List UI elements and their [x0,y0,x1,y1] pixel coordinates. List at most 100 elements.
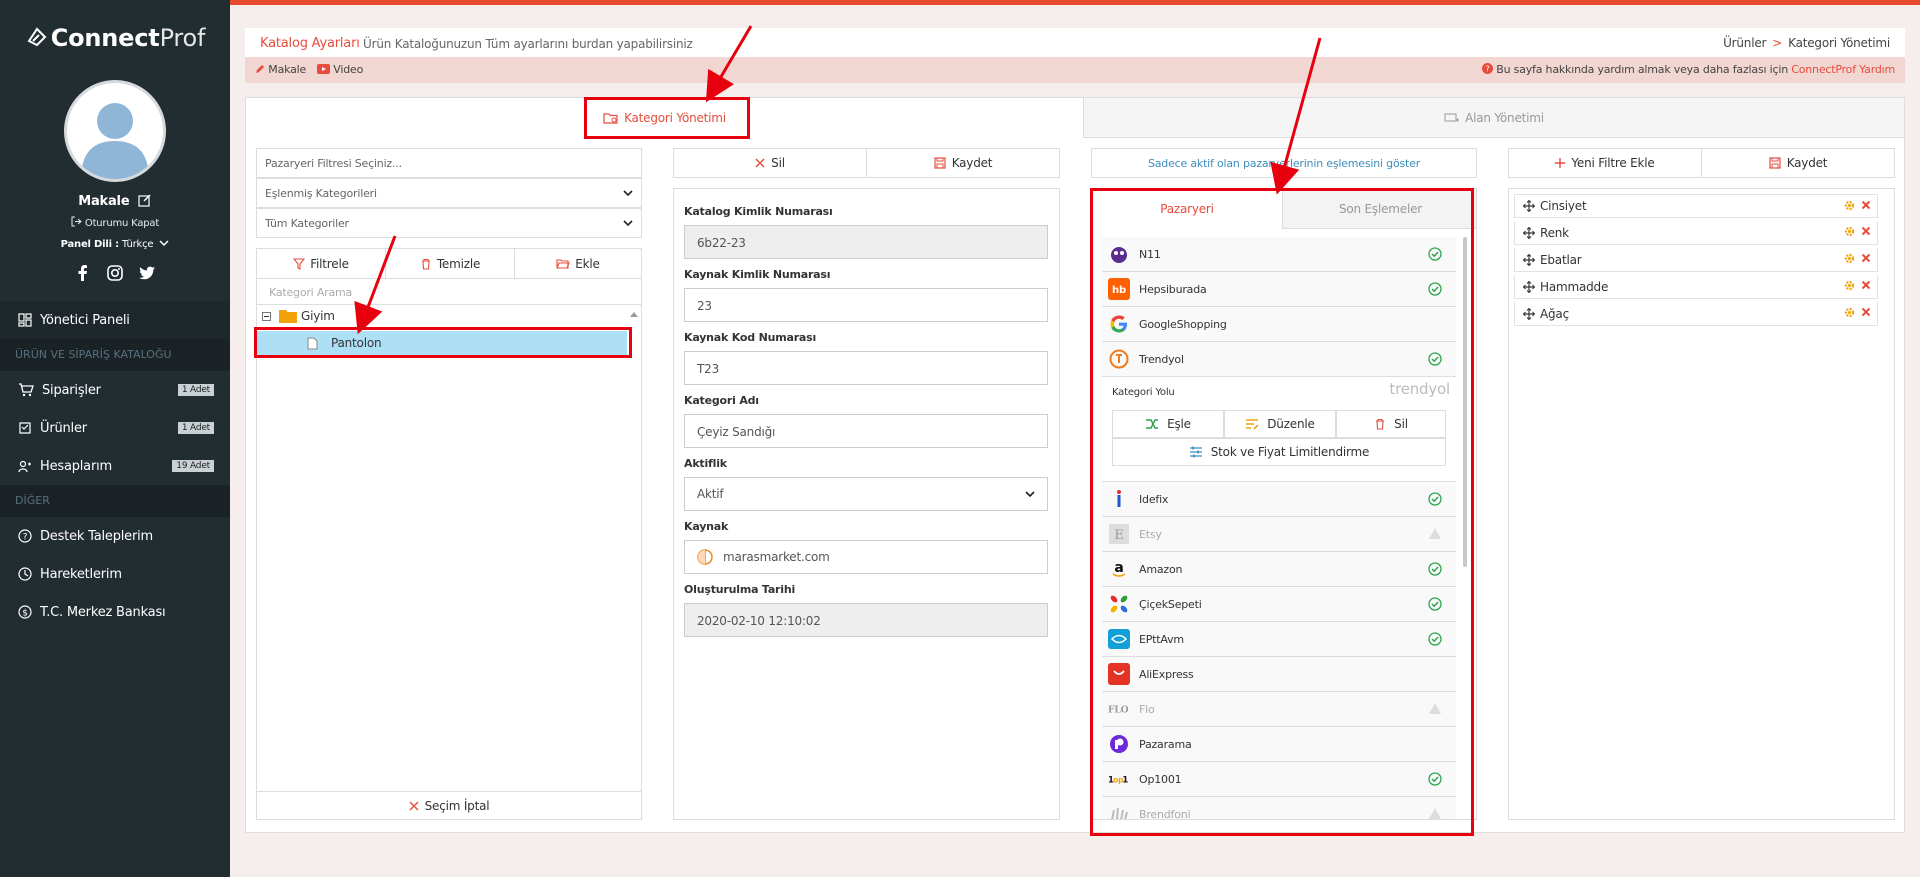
video-label: Video [333,63,364,76]
gear-icon[interactable] [1844,253,1855,264]
category-search-input[interactable]: Kategori Arama [257,279,641,305]
all-categories-select[interactable]: Tüm Kategoriler [256,208,642,238]
created-date-field: 2020-02-10 12:10:02 [684,603,1048,637]
catalog-id-field: 6b22-23 [684,225,1048,259]
active-status-select[interactable]: Aktif [684,477,1048,511]
question-icon: ? [18,529,32,543]
nav-products[interactable]: Ürünler 1 Adet [0,409,230,447]
gear-icon[interactable] [1844,280,1855,291]
avatar[interactable] [64,80,166,182]
source-field: marasmarket.com [684,540,1048,574]
youtube-icon [317,64,330,74]
currency-icon: $ [18,605,32,619]
clear-label: Temizle [436,256,481,271]
facebook-icon[interactable] [74,264,92,282]
filter-name: Ağaç [1540,306,1569,321]
save-icon [1769,157,1781,169]
nav-orders-label: Siparişler [42,382,101,398]
nav-orders[interactable]: Siparişler 1 Adet [0,371,230,409]
add-button[interactable]: Ekle [515,249,641,279]
move-icon[interactable] [1523,307,1535,320]
move-icon[interactable] [1523,280,1535,293]
filter-item[interactable]: Cinsiyet [1514,194,1878,218]
breadcrumb-products[interactable]: Ürünler [1723,36,1766,50]
cancel-selection-button[interactable]: Seçim İptal [257,791,641,819]
annotation-box-tree-node [254,327,632,358]
delete-icon[interactable] [1861,200,1871,210]
tree-node-root[interactable]: Giyim [262,309,335,323]
nav-section-catalog: ÜRÜN VE SİPARİŞ KATALOĞU [0,339,230,371]
tab-field-management[interactable]: Alan Yönetimi [1083,98,1904,138]
video-link[interactable]: Video [317,63,363,76]
gear-icon[interactable] [1844,226,1855,237]
help-text: ? Bu sayfa hakkında yardım almak veya da… [1481,63,1895,76]
nav-activity[interactable]: Hareketlerim [0,555,230,593]
filter-actions [1844,253,1871,264]
nav-support-label: Destek Taleplerim [40,528,153,544]
category-name-field[interactable]: Çeyiz Sandığı [684,414,1048,448]
filter-item[interactable]: Ebatlar [1514,248,1878,272]
activity-icon [18,567,32,581]
save-button[interactable]: Kaydet [866,148,1060,178]
filter-item[interactable]: Hammadde [1514,275,1878,299]
logout-link[interactable]: Oturumu Kapat [0,216,230,229]
save-icon [934,157,946,169]
filter-panel: Cinsiyet Renk Ebatlar Hammadde Ağaç [1508,188,1895,820]
nav-accounts[interactable]: Hesaplarım 19 Adet [0,447,230,485]
help-bar: Makale Video ? Bu sayfa hakkında yardım … [245,57,1905,83]
gear-icon[interactable] [1844,307,1855,318]
move-icon[interactable] [1523,253,1535,266]
new-filter-button[interactable]: Yeni Filtre Ekle [1508,148,1702,178]
nav-dashboard[interactable]: Yönetici Paneli [0,301,230,339]
scroll-up-icon[interactable] [629,307,639,317]
move-icon[interactable] [1523,200,1535,212]
folder-icon [279,310,297,323]
source-id-field[interactable]: 23 [684,288,1048,322]
twitter-icon[interactable] [138,264,156,282]
help-link[interactable]: ConnectProf Yardım [1791,63,1895,76]
app-logo[interactable]: ConnectProf [0,24,230,52]
mapped-categories-select[interactable]: Eşlenmiş Kategorileri [256,178,642,208]
close-icon [755,158,765,168]
add-label: Ekle [575,256,600,271]
cart-icon [19,383,34,397]
filter-item[interactable]: Renk [1514,221,1878,245]
breadcrumb-current: Kategori Yönetimi [1788,36,1890,50]
nav-bank[interactable]: $ T.C. Merkez Bankası [0,593,230,631]
annotation-box-marketplaces [1090,188,1474,836]
filter-label: Filtrele [310,256,349,271]
marketplace-filter-input[interactable]: Pazaryeri Filtresi Seçiniz... [256,148,642,178]
delete-button[interactable]: Sil [673,148,867,178]
move-icon[interactable] [1523,226,1535,239]
filter-item[interactable]: Ağaç [1514,302,1878,326]
svg-text:$: $ [22,609,28,619]
save-filters-button[interactable]: Kaydet [1701,148,1895,178]
connect-logo-icon [27,27,47,47]
created-date-label: Oluşturulma Tarihi [684,583,796,596]
instagram-icon[interactable] [106,264,124,282]
logout-icon [71,216,82,227]
filter-list: Cinsiyet Renk Ebatlar Hammadde Ağaç [1509,194,1896,326]
nav-section-other: DİĞER [0,485,230,517]
select2-value: Tüm Kategoriler [265,216,349,230]
svg-text:?: ? [23,533,28,543]
page-header: Katalog Ayarları Ürün Kataloğunuzun Tüm … [245,28,1905,57]
show-active-mappings-button[interactable]: Sadece aktif olan pazaryerlerinin eşleme… [1091,148,1477,178]
collapse-icon[interactable] [262,311,271,321]
filter-name: Hammadde [1540,279,1609,294]
filter-name: Renk [1540,225,1569,240]
delete-icon[interactable] [1861,280,1871,290]
delete-icon[interactable] [1861,226,1871,236]
filter-button[interactable]: Filtrele [257,249,386,279]
clear-button[interactable]: Temizle [386,249,515,279]
edit-icon[interactable] [138,193,152,207]
delete-icon[interactable] [1861,253,1871,263]
delete-icon[interactable] [1861,307,1871,317]
nav-menu: Yönetici Paneli ÜRÜN VE SİPARİŞ KATALOĞU… [0,301,230,631]
language-selector[interactable]: Panel Dili : Türkçe [0,239,230,250]
gear-icon[interactable] [1844,200,1855,211]
source-code-field[interactable]: T23 [684,351,1048,385]
nav-support[interactable]: ? Destek Taleplerim [0,517,230,555]
article-link[interactable]: Makale [255,63,306,76]
main-panel: Kategori Yönetimi Alan Yönetimi Pazaryer… [245,97,1905,833]
